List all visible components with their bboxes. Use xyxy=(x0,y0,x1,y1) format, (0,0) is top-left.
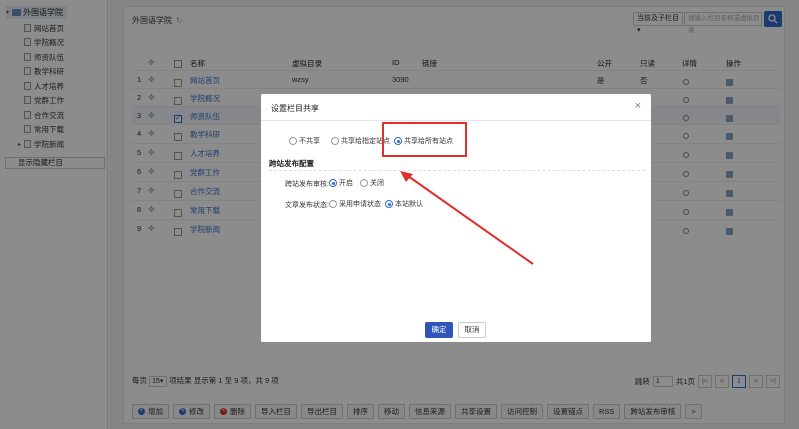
annotation-arrow-icon xyxy=(400,171,534,265)
